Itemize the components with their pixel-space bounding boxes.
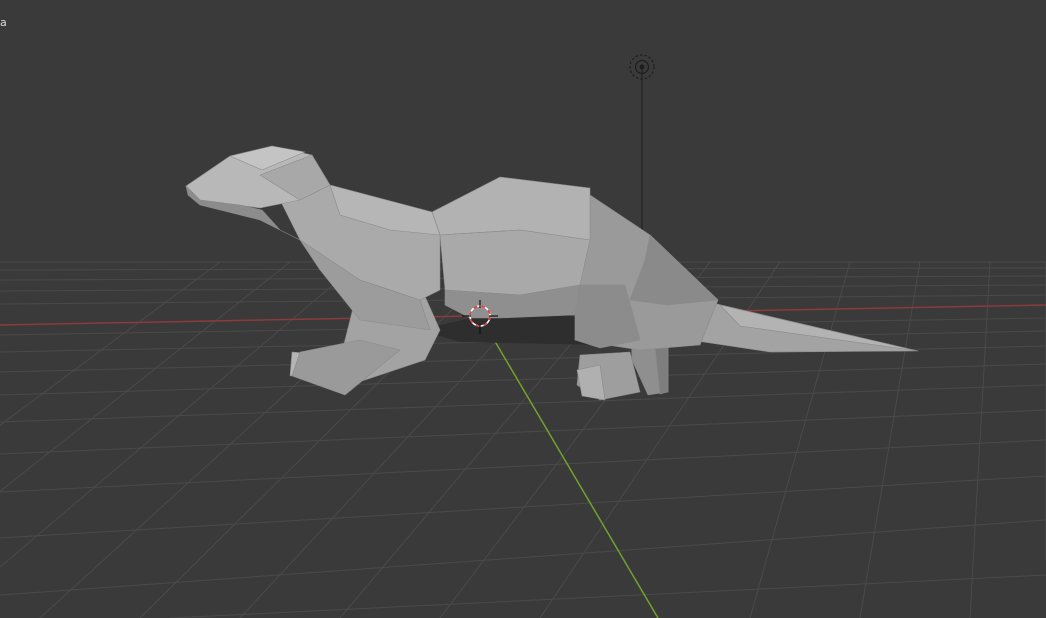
3d-viewport[interactable]: a: [0, 0, 1046, 618]
light-icon[interactable]: [629, 54, 655, 232]
viewport-corner-label: a: [0, 16, 7, 29]
otter-mesh[interactable]: [185, 145, 919, 401]
viewport-scene[interactable]: [0, 0, 1046, 618]
